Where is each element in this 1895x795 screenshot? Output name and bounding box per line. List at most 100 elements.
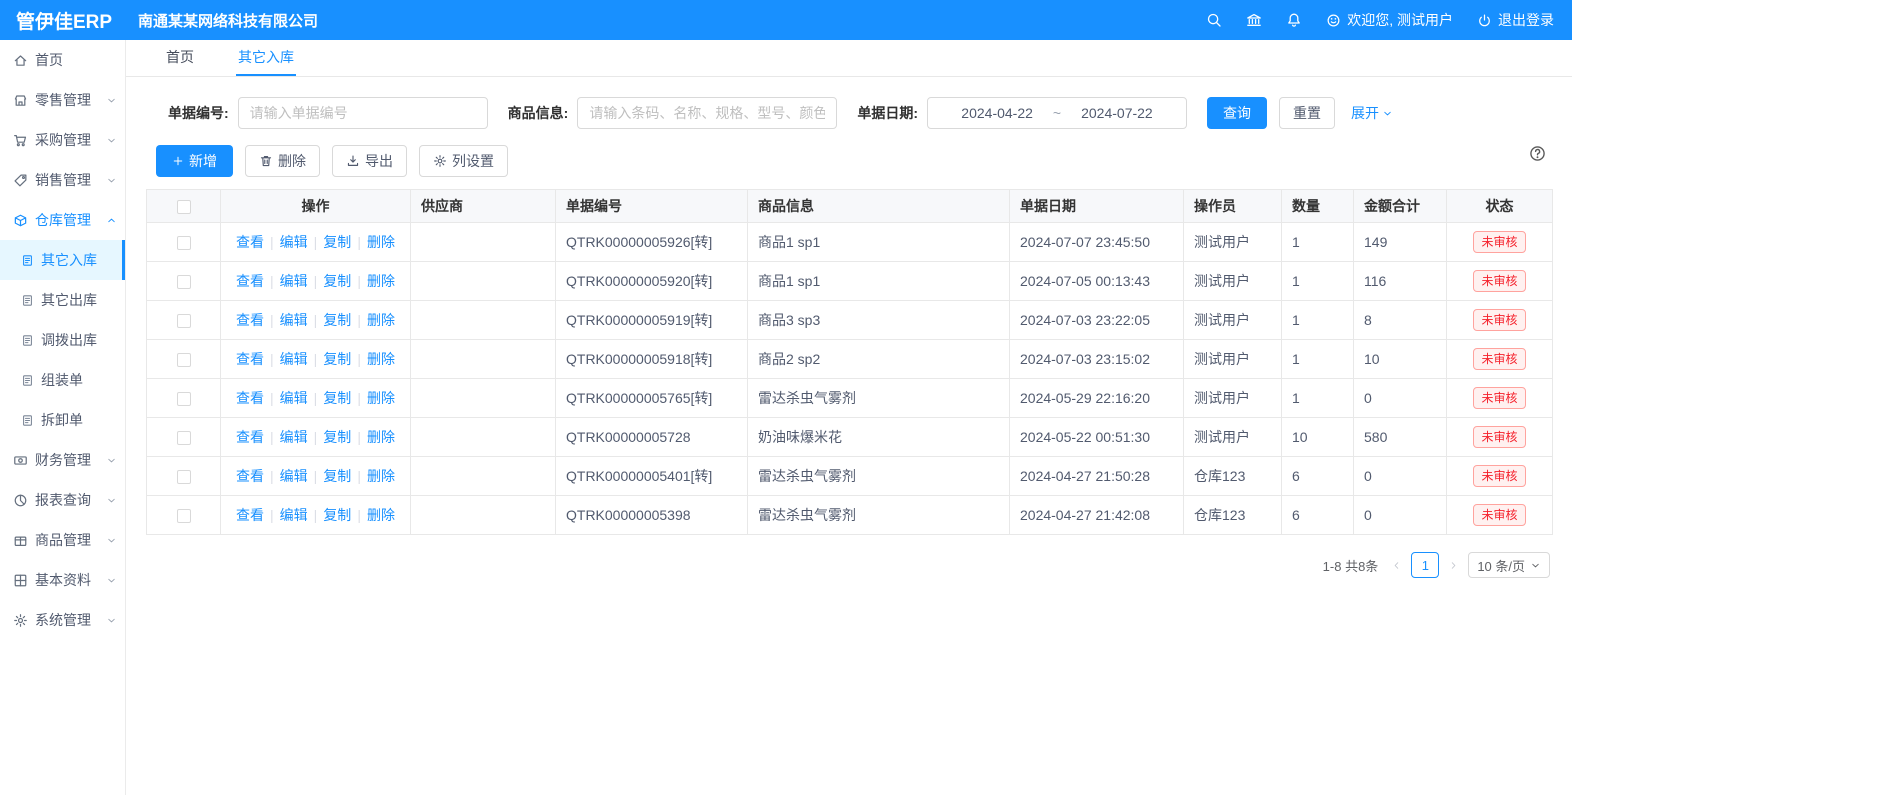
row-checkbox[interactable] <box>177 431 191 445</box>
row-action-copy[interactable]: 复制 <box>323 351 351 367</box>
row-action-edit[interactable]: 编辑 <box>280 468 308 484</box>
row-action-edit[interactable]: 编辑 <box>280 312 308 328</box>
logout-text: 退出登录 <box>1498 10 1554 30</box>
column-header: 单据编号 <box>556 190 748 223</box>
next-page-button[interactable] <box>1448 560 1459 571</box>
sidebar-item-basedata[interactable]: 基本资料 <box>0 560 125 600</box>
row-checkbox[interactable] <box>177 353 191 367</box>
expand-link[interactable]: 展开 <box>1351 103 1393 123</box>
row-action-view[interactable]: 查看 <box>236 273 264 289</box>
row-action-copy[interactable]: 复制 <box>323 312 351 328</box>
export-button[interactable]: 导出 <box>332 145 407 177</box>
row-action-view[interactable]: 查看 <box>236 507 264 523</box>
action-separator: | <box>314 351 318 367</box>
bank-icon[interactable] <box>1246 12 1262 28</box>
row-action-delete[interactable]: 删除 <box>367 429 395 445</box>
logout-button[interactable]: 退出登录 <box>1477 10 1554 30</box>
bell-icon[interactable] <box>1286 12 1302 28</box>
current-page-button[interactable]: 1 <box>1411 552 1439 578</box>
sidebar-item-product[interactable]: 商品管理 <box>0 520 125 560</box>
table-row: 查看|编辑|复制|删除QTRK00000005926[转]商品1 sp12024… <box>147 223 1553 262</box>
chevron-down-icon <box>1382 108 1393 119</box>
reset-button[interactable]: 重置 <box>1279 97 1335 129</box>
row-checkbox[interactable] <box>177 470 191 484</box>
row-action-edit[interactable]: 编辑 <box>280 507 308 523</box>
row-checkbox[interactable] <box>177 392 191 406</box>
chevron-right-icon <box>1448 560 1459 571</box>
delete-button[interactable]: 删除 <box>245 145 320 177</box>
row-action-copy[interactable]: 复制 <box>323 429 351 445</box>
select-all-checkbox[interactable] <box>177 200 191 214</box>
status-cell: 未审核 <box>1447 301 1553 340</box>
column-settings-button[interactable]: 列设置 <box>419 145 508 177</box>
help-button[interactable] <box>1529 145 1546 162</box>
sidebar-item-home[interactable]: 首页 <box>0 40 125 80</box>
date-range-picker[interactable]: 2024-04-22 ~ 2024-07-22 <box>927 97 1187 129</box>
row-action-delete[interactable]: 删除 <box>367 468 395 484</box>
sidebar-subitem-disassembly[interactable]: 拆卸单 <box>0 400 125 440</box>
row-action-copy[interactable]: 复制 <box>323 234 351 250</box>
product-info-cell: 商品3 sp3 <box>748 301 1010 340</box>
welcome-user[interactable]: 欢迎您, 测试用户 <box>1326 10 1453 30</box>
page-size-select[interactable]: 10 条/页 <box>1468 552 1550 578</box>
row-action-view[interactable]: 查看 <box>236 351 264 367</box>
product-info-input[interactable] <box>577 97 837 129</box>
sidebar-subitem-other-out[interactable]: 其它出库 <box>0 280 125 320</box>
row-checkbox[interactable] <box>177 509 191 523</box>
sidebar-subitem-other-in[interactable]: 其它入库 <box>0 240 125 280</box>
sidebar-item-retail[interactable]: 零售管理 <box>0 80 125 120</box>
search-icon[interactable] <box>1206 12 1222 28</box>
row-action-view[interactable]: 查看 <box>236 312 264 328</box>
row-action-delete[interactable]: 删除 <box>367 507 395 523</box>
sidebar-item-report[interactable]: 报表查询 <box>0 480 125 520</box>
row-actions-cell: 查看|编辑|复制|删除 <box>221 301 411 340</box>
sidebar-item-finance[interactable]: 财务管理 <box>0 440 125 480</box>
tab-home[interactable]: 首页 <box>164 40 196 76</box>
action-separator: | <box>314 273 318 289</box>
plus-icon <box>172 155 184 167</box>
row-action-delete[interactable]: 删除 <box>367 273 395 289</box>
supplier-cell <box>411 496 556 535</box>
row-action-edit[interactable]: 编辑 <box>280 390 308 406</box>
row-action-copy[interactable]: 复制 <box>323 507 351 523</box>
row-checkbox[interactable] <box>177 314 191 328</box>
sidebar-item-system[interactable]: 系统管理 <box>0 600 125 640</box>
chevron-left-icon <box>1391 560 1402 571</box>
bill-no-cell: QTRK00000005919[转] <box>556 301 748 340</box>
row-action-edit[interactable]: 编辑 <box>280 351 308 367</box>
row-action-edit[interactable]: 编辑 <box>280 234 308 250</box>
row-select-cell <box>147 301 221 340</box>
row-action-copy[interactable]: 复制 <box>323 468 351 484</box>
add-button[interactable]: 新增 <box>156 145 233 177</box>
row-checkbox[interactable] <box>177 275 191 289</box>
row-action-view[interactable]: 查看 <box>236 468 264 484</box>
row-action-view[interactable]: 查看 <box>236 234 264 250</box>
row-action-view[interactable]: 查看 <box>236 390 264 406</box>
table-row: 查看|编辑|复制|删除QTRK00000005919[转]商品3 sp32024… <box>147 301 1553 340</box>
row-action-edit[interactable]: 编辑 <box>280 429 308 445</box>
row-action-delete[interactable]: 删除 <box>367 390 395 406</box>
row-checkbox[interactable] <box>177 236 191 250</box>
sidebar-item-purchase[interactable]: 采购管理 <box>0 120 125 160</box>
chevron-down-icon <box>106 495 117 506</box>
row-actions-cell: 查看|编辑|复制|删除 <box>221 262 411 301</box>
sidebar-subitem-assembly[interactable]: 组装单 <box>0 360 125 400</box>
row-action-edit[interactable]: 编辑 <box>280 273 308 289</box>
sidebar-item-warehouse[interactable]: 仓库管理 <box>0 200 125 240</box>
bill-no-input[interactable] <box>238 97 488 129</box>
search-button[interactable]: 查询 <box>1207 97 1267 129</box>
row-action-copy[interactable]: 复制 <box>323 390 351 406</box>
doc-icon <box>21 414 34 427</box>
row-action-delete[interactable]: 删除 <box>367 351 395 367</box>
row-action-copy[interactable]: 复制 <box>323 273 351 289</box>
other-inbound-table: 操作供应商单据编号商品信息单据日期操作员数量金额合计状态 查看|编辑|复制|删除… <box>146 189 1553 535</box>
row-action-delete[interactable]: 删除 <box>367 312 395 328</box>
tab-other-in[interactable]: 其它入库 <box>236 40 296 76</box>
row-action-view[interactable]: 查看 <box>236 429 264 445</box>
prev-page-button[interactable] <box>1391 560 1402 571</box>
sidebar-item-sales[interactable]: 销售管理 <box>0 160 125 200</box>
sidebar-subitem-transfer-out[interactable]: 调拨出库 <box>0 320 125 360</box>
status-badge: 未审核 <box>1473 465 1525 487</box>
action-separator: | <box>357 507 361 523</box>
row-action-delete[interactable]: 删除 <box>367 234 395 250</box>
